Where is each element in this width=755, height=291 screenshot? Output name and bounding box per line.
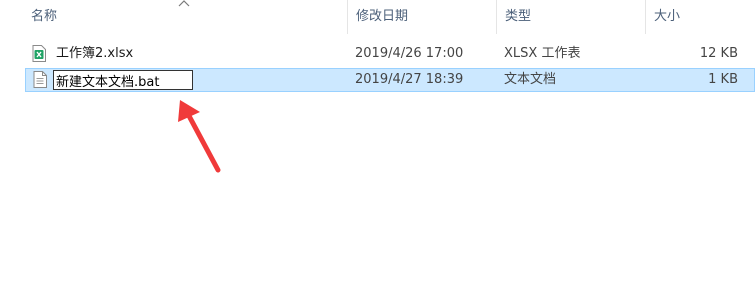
column-header-name[interactable]: 名称 xyxy=(31,0,57,34)
column-divider[interactable] xyxy=(347,0,348,34)
file-size: 1 KB xyxy=(708,72,738,87)
column-header-date[interactable]: 修改日期 xyxy=(356,0,408,34)
sort-ascending-icon xyxy=(178,0,190,7)
file-type: 文本文档 xyxy=(504,72,557,87)
rename-input[interactable] xyxy=(53,70,193,90)
column-header-bar: 名称 修改日期 类型 大小 xyxy=(0,0,755,34)
file-row[interactable]: 工作簿2.xlsx 2019/4/26 17:00 XLSX 工作表 12 KB xyxy=(25,42,755,66)
annotation-arrow-icon xyxy=(178,100,221,173)
file-date: 2019/4/26 17:00 xyxy=(355,46,464,61)
file-size: 12 KB xyxy=(699,46,738,61)
column-header-type[interactable]: 类型 xyxy=(505,0,531,34)
file-name: 工作簿2.xlsx xyxy=(56,46,134,61)
excel-file-icon xyxy=(32,45,46,62)
text-file-icon xyxy=(33,71,47,88)
column-header-size[interactable]: 大小 xyxy=(654,0,680,34)
file-type: XLSX 工作表 xyxy=(504,46,581,61)
file-date: 2019/4/27 18:39 xyxy=(355,72,464,87)
column-divider[interactable] xyxy=(496,0,497,34)
file-row-selected[interactable]: 2019/4/27 18:39 文本文档 1 KB xyxy=(25,68,755,92)
column-divider[interactable] xyxy=(645,0,646,34)
